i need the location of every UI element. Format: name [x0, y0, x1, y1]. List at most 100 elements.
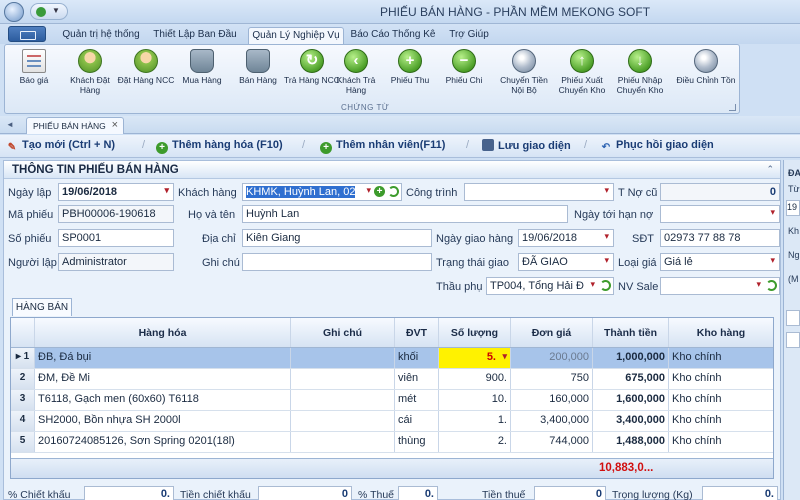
collapse-icon[interactable]: ⌃ — [766, 164, 774, 175]
chiet-khau-field[interactable]: 0. — [84, 486, 174, 500]
loai-gia-field[interactable]: Giá lẻ ▾ — [660, 253, 780, 271]
cell-item[interactable]: ĐB, Đá bụi — [35, 348, 291, 368]
chevron-down-icon[interactable]: ▾ — [604, 185, 609, 196]
tab-quan-tri-he-thong[interactable]: Quản trị hệ thống — [60, 27, 142, 44]
ghi-chu-field[interactable] — [242, 253, 432, 271]
thue-field[interactable]: 0. — [398, 486, 438, 500]
trong-luong-field[interactable]: 0. — [702, 486, 778, 500]
ngay-lap-field[interactable]: 19/06/2018 ▾ — [58, 183, 174, 201]
so-phieu-field[interactable]: SP0001 — [58, 229, 174, 247]
col-don-gia[interactable]: Đơn giá — [511, 318, 593, 347]
tab-thiet-lap-ban-dau[interactable]: Thiết Lập Ban Đầu — [150, 27, 240, 44]
phieu-chi-button[interactable]: − Phiếu Chi — [435, 49, 493, 105]
bao-gia-button[interactable]: Báo giá — [5, 49, 63, 105]
side-panel-field[interactable] — [786, 310, 800, 326]
tab-quan-ly-nghiep-vu[interactable]: Quản Lý Nghiệp Vụ — [248, 27, 344, 44]
ngay-toi-han-no-field[interactable]: ▾ — [660, 205, 780, 223]
chevron-down-icon[interactable]: ▾ — [604, 231, 609, 242]
chevron-down-icon[interactable]: ▾ — [502, 351, 507, 362]
chevron-down-icon[interactable]: ▼ — [52, 6, 60, 15]
cell-price[interactable]: 3,400,000 — [511, 411, 593, 431]
file-menu-button[interactable] — [8, 26, 46, 42]
cell-item[interactable]: T6118, Gạch men (60x60) T6118 — [35, 390, 291, 410]
app-menu-button[interactable] — [4, 2, 24, 22]
cell-unit[interactable]: thùng — [395, 432, 439, 452]
cell-qty[interactable]: 1. — [439, 411, 511, 431]
khach-dat-hang-button[interactable]: Khách Đặt Hàng — [61, 49, 119, 105]
cell-store[interactable]: Kho chính — [669, 369, 773, 389]
ma-phieu-field[interactable]: PBH00006-190618 — [58, 205, 174, 223]
table-row[interactable]: ▸ 1 ĐB, Đá bụi khối 5. ▾ 200,000 1,000,00… — [11, 348, 773, 369]
col-hang-hoa[interactable]: Hàng hóa — [35, 318, 291, 347]
tab-bao-cao-thong-ke[interactable]: Báo Cáo Thống Kê — [350, 27, 436, 44]
side-panel-field[interactable] — [786, 332, 800, 348]
restore-layout-button[interactable]: ↶ Phục hồi giao diện — [600, 139, 714, 155]
cell-unit[interactable]: viên — [395, 369, 439, 389]
chevron-down-icon[interactable]: ▾ — [164, 185, 169, 196]
cell-unit[interactable]: khối — [395, 348, 439, 368]
new-button[interactable]: ✎ Tạo mới (Ctrl + N) — [6, 139, 115, 155]
cell-qty[interactable]: 900. — [439, 369, 511, 389]
quick-access-toolbar[interactable]: ▼ — [30, 3, 68, 20]
trang-thai-giao-field[interactable]: ĐÃ GIAO ▾ — [518, 253, 614, 271]
cell-unit[interactable]: cái — [395, 411, 439, 431]
col-dvt[interactable]: ĐVT — [395, 318, 439, 347]
cell-store[interactable]: Kho chính — [669, 390, 773, 410]
col-thanh-tien[interactable]: Thành tiền — [593, 318, 669, 347]
phieu-xuat-chuyen-kho-button[interactable]: ↑ Phiếu Xuất Chuyển Kho — [553, 49, 611, 105]
ngay-giao-hang-field[interactable]: 19/06/2018 ▾ — [518, 229, 614, 247]
phieu-nhap-chuyen-kho-button[interactable]: ↓ Phiếu Nhập Chuyển Kho — [611, 49, 669, 105]
cell-store[interactable]: Kho chính — [669, 348, 773, 368]
chevron-down-icon[interactable]: ▾ — [756, 279, 761, 290]
close-icon[interactable]: × — [112, 119, 118, 131]
cell-price[interactable]: 744,000 — [511, 432, 593, 452]
refresh-icon[interactable] — [766, 280, 777, 291]
nv-sale-field[interactable]: ▾ — [660, 277, 780, 295]
khach-tra-hang-button[interactable]: ‹ Khách Trả Hàng — [327, 49, 385, 105]
cell-note[interactable] — [291, 411, 395, 431]
side-panel-field[interactable]: 19 — [786, 200, 800, 216]
sdt-field[interactable]: 02973 77 88 78 — [660, 229, 780, 247]
chevron-down-icon[interactable]: ▾ — [366, 185, 371, 196]
cell-unit[interactable]: mét — [395, 390, 439, 410]
add-customer-icon[interactable]: + — [374, 186, 385, 197]
save-layout-button[interactable]: Lưu giao diện — [482, 139, 571, 155]
chevron-left-icon[interactable]: ◄ — [6, 120, 14, 129]
doc-tab-phieu-ban-hang[interactable]: PHIẾU BÁN HÀNG × — [26, 117, 124, 134]
cell-note[interactable] — [291, 390, 395, 410]
tab-hang-ban[interactable]: HÀNG BÁN — [12, 298, 72, 316]
cell-note[interactable] — [291, 432, 395, 452]
cell-store[interactable]: Kho chính — [669, 432, 773, 452]
refresh-icon[interactable] — [388, 186, 399, 197]
cell-price[interactable]: 750 — [511, 369, 593, 389]
chuyen-tien-noi-bo-button[interactable]: Chuyển Tiền Nội Bộ — [495, 49, 553, 105]
col-so-luong[interactable]: Số lượng — [439, 318, 511, 347]
dieu-chinh-ton-button[interactable]: Điều Chỉnh Tồn — [671, 49, 741, 105]
cell-note[interactable] — [291, 348, 395, 368]
cell-qty[interactable]: 10. — [439, 390, 511, 410]
chevron-down-icon[interactable]: ▾ — [770, 255, 775, 266]
ribbon-group-launcher-icon[interactable] — [729, 104, 736, 111]
col-kho-hang[interactable]: Kho hàng — [669, 318, 773, 347]
quick-access-icon[interactable] — [36, 7, 46, 17]
dat-hang-ncc-button[interactable]: Đặt Hàng NCC — [117, 49, 175, 105]
tien-thue-field[interactable]: 0 — [534, 486, 606, 500]
chevron-down-icon[interactable]: ▾ — [604, 255, 609, 266]
cell-qty[interactable]: 5. ▾ — [439, 348, 511, 368]
cong-trinh-field[interactable]: ▾ — [464, 183, 614, 201]
cell-item[interactable]: SH2000, Bồn nhựa SH 2000l — [35, 411, 291, 431]
cell-price[interactable]: 160,000 — [511, 390, 593, 410]
table-row[interactable]: 5 20160724085126, Sơn Spring 0201(18l) t… — [11, 432, 773, 453]
add-staff-button[interactable]: + Thêm nhân viên(F11) — [320, 139, 445, 155]
chevron-down-icon[interactable]: ▾ — [590, 279, 595, 290]
cell-store[interactable]: Kho chính — [669, 411, 773, 431]
cell-qty[interactable]: 2. — [439, 432, 511, 452]
tab-tro-giup[interactable]: Trợ Giúp — [442, 27, 496, 44]
table-row[interactable]: 4 SH2000, Bồn nhựa SH 2000l cái 1. 3,400… — [11, 411, 773, 432]
thau-phu-field[interactable]: TP004, Tổng Hải Đ ▾ — [486, 277, 614, 295]
cell-price[interactable]: 200,000 — [511, 348, 593, 368]
col-ghi-chu[interactable]: Ghi chú — [291, 318, 395, 347]
mua-hang-button[interactable]: Mua Hàng — [173, 49, 231, 105]
refresh-icon[interactable] — [600, 280, 611, 291]
table-row[interactable]: 3 T6118, Gạch men (60x60) T6118 mét 10. … — [11, 390, 773, 411]
